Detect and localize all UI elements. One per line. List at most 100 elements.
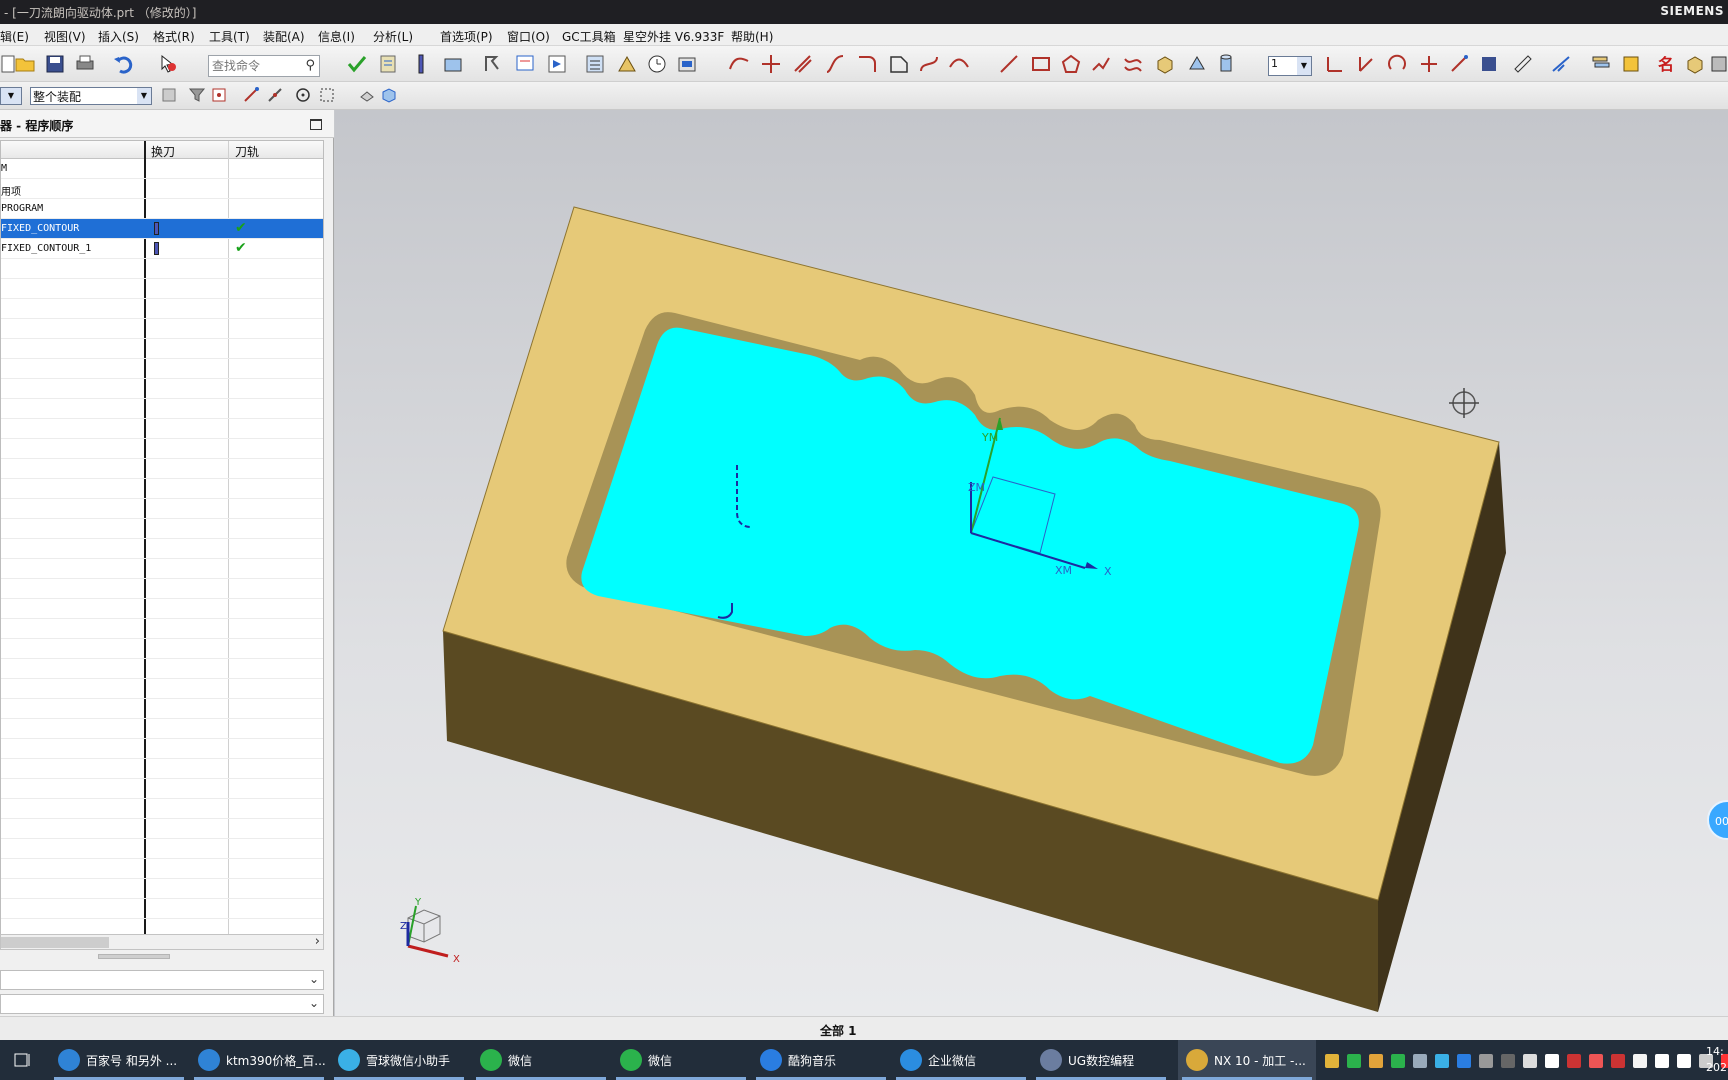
table-row[interactable]: PROGRAM — [1, 199, 323, 219]
time-estimate-icon[interactable] — [646, 53, 668, 75]
table-row[interactable] — [1, 299, 323, 319]
tray-icon[interactable] — [1633, 1054, 1647, 1068]
offset-curve-icon[interactable] — [792, 53, 814, 75]
taskbar-app-button[interactable]: ktm390价格_百... — [190, 1040, 328, 1080]
name-tag-icon[interactable]: 名 — [1656, 53, 1678, 75]
fillet-curve-icon[interactable] — [856, 53, 878, 75]
menu-item[interactable]: 分析(L) — [373, 28, 413, 45]
print-icon[interactable] — [74, 53, 96, 75]
table-row[interactable]: FIXED_CONTOUR_1 ✔ — [1, 239, 323, 259]
polygon-icon[interactable] — [1060, 53, 1082, 75]
table-row[interactable] — [1, 599, 323, 619]
tray-icon[interactable] — [1413, 1054, 1427, 1068]
menu-item[interactable]: 视图(V) — [44, 28, 86, 45]
table-row[interactable] — [1, 699, 323, 719]
table-row[interactable] — [1, 859, 323, 879]
menu-item[interactable]: 星空外挂 V6.933F — [623, 28, 724, 45]
list-path-icon[interactable] — [584, 53, 606, 75]
table-row[interactable] — [1, 619, 323, 639]
menu-item[interactable]: 工具(T) — [209, 28, 250, 45]
table-row[interactable] — [1, 559, 323, 579]
curve-icon[interactable] — [728, 53, 750, 75]
generate-path-icon[interactable] — [514, 53, 536, 75]
table-row[interactable] — [1, 339, 323, 359]
tray-icon[interactable] — [1325, 1054, 1339, 1068]
taskbar-app-button[interactable]: 微信 — [472, 1040, 610, 1080]
table-row[interactable]: FIXED_CONTOUR ✔ — [1, 219, 323, 239]
wcs-set-icon[interactable] — [1448, 53, 1470, 75]
box-select-icon[interactable] — [318, 86, 336, 104]
cylinder-icon[interactable] — [1216, 53, 1238, 75]
chamfer-icon[interactable] — [888, 53, 910, 75]
chevron-down-icon[interactable]: ▼ — [1297, 57, 1311, 75]
table-row[interactable]: 用项 — [1, 179, 323, 199]
table-row[interactable] — [1, 579, 323, 599]
layer-select[interactable]: 1 ▼ — [1268, 56, 1312, 76]
selection-filter-icon[interactable] — [158, 53, 180, 75]
menu-item[interactable]: 辑(E) — [0, 28, 29, 45]
table-row[interactable] — [1, 879, 323, 899]
command-search-input[interactable] — [209, 56, 297, 76]
show-hide-icon[interactable] — [358, 86, 376, 104]
table-row[interactable] — [1, 259, 323, 279]
chevron-right-icon[interactable]: › — [315, 934, 320, 949]
table-row[interactable] — [1, 739, 323, 759]
column-tool-change-header[interactable]: 换刀 — [151, 143, 175, 160]
tray-icon[interactable] — [1677, 1054, 1691, 1068]
intersect-icon[interactable] — [760, 53, 782, 75]
maximize-icon[interactable] — [310, 119, 322, 130]
part-navigator-icon[interactable] — [1684, 53, 1706, 75]
menu-item[interactable]: 帮助(H) — [731, 28, 773, 45]
menu-item[interactable]: 格式(R) — [153, 28, 195, 45]
system-clock[interactable]: 14: 2021 — [1706, 1044, 1728, 1076]
rectangle-icon[interactable] — [1030, 53, 1052, 75]
table-row[interactable] — [1, 499, 323, 519]
create-tool-icon[interactable] — [410, 53, 432, 75]
tray-icon[interactable] — [1369, 1054, 1383, 1068]
dependencies-dropdown[interactable]: ⌄ — [0, 994, 324, 1014]
taskbar-app-button[interactable]: 微信 — [612, 1040, 750, 1080]
menu-item[interactable]: 插入(S) — [98, 28, 139, 45]
wcs-orient-icon[interactable] — [1418, 53, 1440, 75]
tray-icon[interactable] — [1523, 1054, 1537, 1068]
filter-icon[interactable] — [188, 86, 206, 104]
wcs-save-icon[interactable] — [1478, 53, 1500, 75]
command-search[interactable]: ⚲ — [208, 55, 320, 77]
mid-point-icon[interactable] — [266, 86, 284, 104]
chevron-down-icon[interactable]: ⌄ — [309, 996, 319, 1010]
verify-toolpath-icon[interactable] — [346, 53, 368, 75]
wcs-dynamic-icon[interactable] — [1354, 53, 1376, 75]
menu-item[interactable]: 装配(A) — [263, 28, 305, 45]
table-row[interactable] — [1, 639, 323, 659]
taskbar-app-button[interactable]: 雪球微信小助手 — [330, 1040, 468, 1080]
end-point-icon[interactable] — [242, 86, 260, 104]
table-row[interactable] — [1, 519, 323, 539]
wcs-origin-icon[interactable] — [1322, 53, 1344, 75]
horizontal-scrollbar[interactable]: › — [0, 934, 324, 950]
taskbar-app-button[interactable]: UG数控编程 — [1032, 1040, 1170, 1080]
save-icon[interactable] — [44, 53, 66, 75]
create-geometry-icon[interactable] — [442, 53, 464, 75]
table-row[interactable] — [1, 439, 323, 459]
table-row[interactable] — [1, 799, 323, 819]
table-row[interactable] — [1, 899, 323, 919]
measure-icon[interactable] — [1512, 53, 1534, 75]
table-row[interactable] — [1, 279, 323, 299]
taskbar-app-button[interactable]: 酷狗音乐 — [752, 1040, 890, 1080]
table-row[interactable] — [1, 819, 323, 839]
graphics-window[interactable]: YM ZM XM X X Y Z — [335, 110, 1728, 1016]
postprocess-icon[interactable] — [676, 53, 698, 75]
table-row[interactable] — [1, 759, 323, 779]
column-toolpath-header[interactable]: 刀轨 — [235, 143, 259, 160]
menu-item[interactable]: 信息(I) — [318, 28, 355, 45]
replay-path-icon[interactable] — [546, 53, 568, 75]
menu-item[interactable]: GC工具箱 — [562, 28, 616, 45]
more-tools-icon[interactable] — [1708, 53, 1728, 75]
assembly-filter-select[interactable]: 整个装配 ▼ — [30, 87, 152, 105]
snap-point-icon[interactable] — [210, 86, 228, 104]
table-row[interactable] — [1, 679, 323, 699]
layer-settings-icon[interactable] — [1590, 53, 1612, 75]
tray-icon[interactable] — [1589, 1054, 1603, 1068]
type-filter-dropdown[interactable]: ▼ — [0, 87, 22, 105]
tray-icon[interactable] — [1479, 1054, 1493, 1068]
